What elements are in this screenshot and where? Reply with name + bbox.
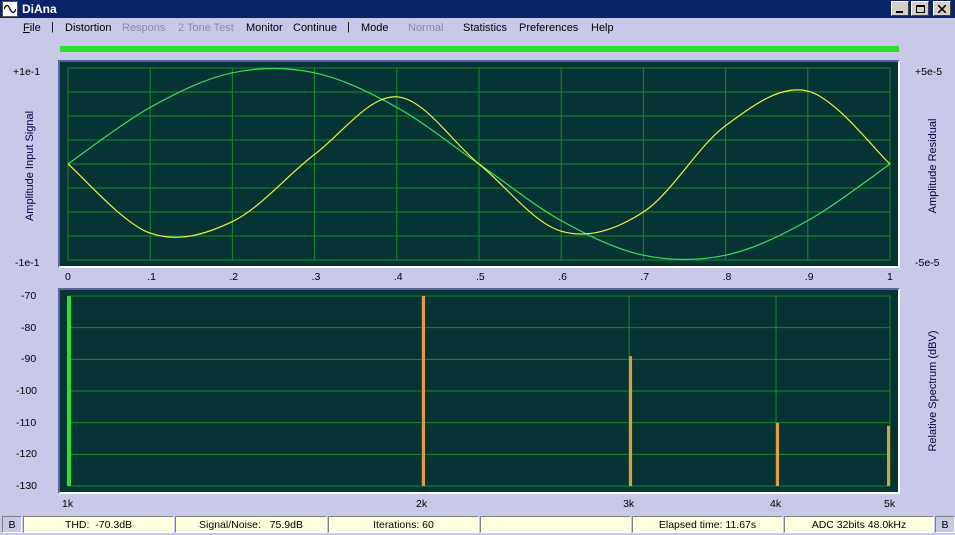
menu-help[interactable]: Help [591, 22, 614, 34]
right-y-min: -5e-5 [915, 257, 940, 269]
menu-distortion[interactable]: Distortion [65, 22, 111, 34]
relative-spectrum-label: Relative Spectrum (dBV) [927, 330, 939, 452]
time-x-tick: .2 [229, 271, 239, 283]
left-y-min: -1e-1 [15, 257, 40, 269]
spectrum-y-tick: -110 [16, 416, 37, 429]
status-snr: Signal/Noise: 75.9dB [175, 516, 327, 533]
menu-continue[interactable]: Continue [293, 22, 337, 34]
amplitude-residual-label: Amplitude Residual [927, 118, 939, 214]
time-x-tick: 0 [65, 271, 71, 283]
left-y-max: +1e-1 [13, 66, 41, 78]
spectrum-y-tick: -100 [16, 385, 38, 397]
spectrum-y-tick: -90 [21, 353, 37, 366]
time-x-tick: .5 [476, 271, 485, 283]
time-x-tick: .1 [147, 271, 156, 283]
time-domain-plot[interactable] [58, 60, 900, 268]
menu-statistics[interactable]: Statistics [463, 22, 507, 34]
progress-bar [60, 46, 899, 52]
menu-file[interactable]: File [23, 22, 41, 34]
status-left-b[interactable]: B [2, 516, 22, 533]
spectrum-x-tick: 4k [770, 498, 782, 510]
harmonic-bar-2k [422, 296, 426, 486]
time-x-tick: .7 [640, 271, 650, 283]
spectrum-y-tick: -120 [16, 448, 38, 461]
spectrum-y-tick: -130 [16, 480, 38, 492]
status-elapsed: Elapsed time: 11.67s [632, 516, 783, 533]
minimize-button[interactable] [891, 1, 909, 16]
menu-two-tone-test[interactable]: 2 Tone Test [178, 22, 234, 34]
spectrum-y-tick: -80 [21, 321, 37, 334]
time-domain-svg [67, 67, 891, 261]
time-x-tick: .9 [804, 271, 814, 283]
right-y-max: +5e-5 [915, 66, 943, 78]
menu-monitor[interactable]: Monitor [246, 22, 283, 34]
spectrum-x-tick: 2k [416, 498, 428, 510]
status-iterations: Iterations: 60 [328, 516, 479, 533]
harmonic-bar-5k [887, 425, 890, 486]
close-button[interactable] [933, 1, 951, 16]
diana-window: DiAna File | Distortion Respons 2 Tone T… [0, 0, 955, 535]
time-x-tick: .6 [558, 271, 567, 283]
spectrum-svg [67, 295, 891, 487]
harmonic-bar-3k [629, 356, 633, 486]
spectrum-x-tick: 1k [62, 498, 74, 510]
menu-separator: | [347, 21, 350, 33]
time-x-tick: .3 [311, 271, 321, 283]
status-empty [480, 516, 631, 533]
time-x-tick: .4 [393, 271, 403, 283]
menu-respons[interactable]: Respons [122, 22, 165, 34]
title-bar: DiAna [0, 0, 955, 18]
menu-separator: | [51, 21, 54, 33]
status-thd: THD: -70.3dB [23, 516, 174, 533]
menu-bar: File | Distortion Respons 2 Tone Test Mo… [0, 18, 955, 39]
progress-fill [60, 46, 899, 52]
spectrum-y-tick: -70 [21, 290, 37, 302]
menu-preferences[interactable]: Preferences [519, 22, 578, 34]
status-right-b[interactable]: B [935, 516, 955, 533]
harmonic-bar-4k [776, 422, 780, 486]
maximize-button[interactable] [911, 1, 929, 16]
spectrum-x-tick: 3k [623, 498, 635, 510]
window-title: DiAna [22, 2, 57, 16]
status-bar: B THD: -70.3dB Signal/Noise: 75.9dB Iter… [0, 514, 955, 535]
spectrum-plot[interactable] [58, 288, 900, 494]
amplitude-input-label: Amplitude Input Signal [24, 110, 36, 222]
menu-mode[interactable]: Mode [361, 22, 389, 34]
status-adc: ADC 32bits 48.0kHz [784, 516, 934, 533]
time-x-tick: .8 [722, 271, 732, 283]
app-sine-icon[interactable] [2, 1, 18, 17]
time-x-tick: 1 [887, 271, 893, 283]
harmonic-bar-1k [67, 296, 71, 486]
spectrum-x-tick: 5k [884, 498, 896, 510]
menu-normal[interactable]: Normal [408, 22, 443, 34]
